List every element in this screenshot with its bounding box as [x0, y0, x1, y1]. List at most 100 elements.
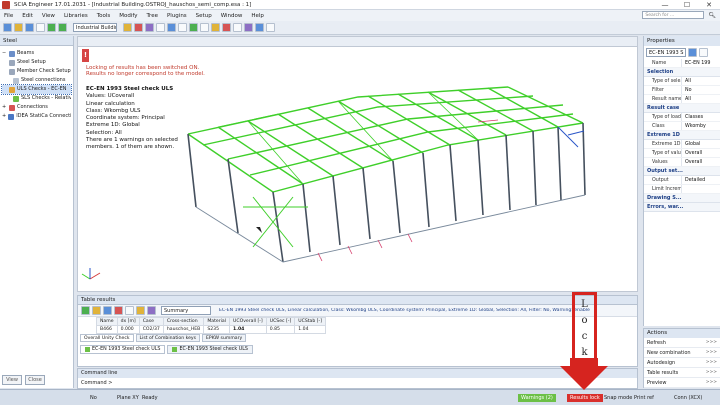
col-dx[interactable]: dx [m] — [116, 317, 140, 326]
3d-viewport[interactable] — [77, 46, 638, 292]
tab-combination-keys[interactable]: List of Combination keys — [135, 334, 201, 342]
rotate-icon[interactable] — [189, 23, 198, 32]
minimize-button[interactable]: — — [654, 0, 676, 10]
filter-icon[interactable] — [699, 48, 708, 57]
select-icon[interactable] — [688, 48, 697, 57]
tab-overall-uc[interactable]: Overall Unity Check — [80, 334, 134, 342]
print-icon[interactable] — [36, 23, 45, 32]
tree-item-member-check[interactable]: Member Check Setup — [2, 67, 71, 76]
structure-model[interactable] — [78, 47, 637, 291]
copy-icon[interactable] — [103, 306, 112, 315]
units-indicator[interactable]: Conn (XCX) — [674, 394, 702, 402]
menu-tools[interactable]: Tools — [97, 13, 111, 19]
redo-icon[interactable] — [58, 23, 67, 32]
group-output[interactable]: Output set... — [644, 167, 720, 176]
layers-icon[interactable] — [233, 23, 242, 32]
menu-tree[interactable]: Tree — [147, 13, 158, 19]
tree-item-steel-connections[interactable]: Steel connections — [2, 76, 71, 85]
menu-libraries[interactable]: Libraries — [64, 13, 88, 19]
table-row[interactable]: B466 0.000 CO2/37 hauschos_HEB S235 1.04… — [96, 325, 326, 334]
render-icon[interactable] — [211, 23, 220, 32]
menu-setup[interactable]: Setup — [196, 13, 212, 19]
search-input[interactable]: Search for ... — [642, 11, 705, 19]
action-preview[interactable]: Preview >>> — [644, 378, 720, 388]
menu-help[interactable]: Help — [251, 13, 264, 19]
group-drawing[interactable]: Drawing S... — [644, 194, 720, 203]
col-cross-section[interactable]: Cross-section — [162, 317, 205, 326]
prop-row[interactable]: Extreme 1D Global — [644, 140, 720, 149]
open-file-icon[interactable] — [14, 23, 23, 32]
close-button[interactable]: ✕ — [698, 0, 720, 10]
prop-row[interactable]: Filter No — [644, 86, 720, 95]
col-material[interactable]: Material — [203, 317, 231, 326]
prop-row[interactable]: Limit Increment — [644, 185, 720, 194]
tree-item-idea-statica[interactable]: + IDEA StatiCa Connection — [2, 112, 71, 121]
new-file-icon[interactable] — [3, 23, 12, 32]
maximize-button[interactable]: ☐ — [676, 0, 698, 10]
calc-icon[interactable] — [123, 23, 132, 32]
menu-window[interactable]: Window — [221, 13, 243, 19]
command-input[interactable]: Command > — [78, 378, 637, 388]
filter-icon[interactable] — [136, 306, 145, 315]
save-icon[interactable] — [25, 23, 34, 32]
menu-modify[interactable]: Modify — [119, 13, 137, 19]
edit-icon[interactable] — [92, 306, 101, 315]
col-name[interactable]: Name — [96, 317, 118, 326]
action-table-results[interactable]: Table results >>> — [644, 368, 720, 378]
tree-item-steel-setup[interactable]: Steel Setup — [2, 58, 71, 67]
search-icon[interactable]: 🔍︎ — [708, 12, 716, 19]
menu-plugins[interactable]: Plugins — [167, 13, 187, 19]
prop-row[interactable]: Result namesAll — [644, 95, 720, 104]
prop-row[interactable]: Output Detailed — [644, 176, 720, 185]
prop-name[interactable]: Name EC-EN 199 — [644, 59, 720, 68]
group-errors[interactable]: Errors, war... — [644, 203, 720, 212]
sort-icon[interactable] — [147, 306, 156, 315]
prop-row[interactable]: Type of sele...All — [644, 77, 720, 86]
menu-view[interactable]: View — [42, 13, 55, 19]
table-icon[interactable] — [255, 23, 264, 32]
prop-row[interactable]: Class Wkomby — [644, 122, 720, 131]
view-button[interactable]: View — [2, 375, 22, 385]
print-ref-toggle[interactable]: Print ref — [634, 394, 654, 402]
tab-epkw-summary[interactable]: EPKW summary — [202, 334, 247, 342]
summary-combo[interactable]: Summary — [161, 306, 211, 315]
pan-icon[interactable] — [200, 23, 209, 32]
col-case[interactable]: Case — [138, 317, 164, 326]
doc-tab-1[interactable]: EC-EN 1993 Steel check ULS — [80, 345, 166, 354]
view-icon[interactable] — [156, 23, 165, 32]
doc-tab-2[interactable]: EC-EN 1993 Steel check ULS — [167, 345, 253, 354]
group-extreme-1d[interactable]: Extreme 1D — [644, 131, 720, 140]
tree-item-connections[interactable]: + Connections — [2, 103, 71, 112]
tree-item-uls-checks[interactable]: ULS Checks - EC-EN — [1, 84, 72, 95]
check-icon[interactable] — [145, 23, 154, 32]
zoom-icon[interactable] — [178, 23, 187, 32]
col-uc-stab[interactable]: UCStab [-] — [294, 317, 326, 326]
close-panel-button[interactable]: Close — [25, 375, 45, 385]
group-selection[interactable]: Selection — [644, 68, 720, 77]
col-uc-sec[interactable]: UCSec [-] — [265, 317, 296, 326]
menu-edit[interactable]: Edit — [22, 13, 33, 19]
undo-icon[interactable] — [47, 23, 56, 32]
tree-item-sls-checks[interactable]: SLS Checks - Relative deformation — [2, 94, 71, 103]
results-icon[interactable] — [134, 23, 143, 32]
section-icon[interactable] — [222, 23, 231, 32]
action-autodesign[interactable]: Autodesign >>> — [644, 358, 720, 368]
snap-mode-toggle[interactable]: Snap mode — [604, 394, 632, 402]
status-plane[interactable]: Plane XY — [117, 394, 139, 402]
menu-file[interactable]: File — [4, 13, 13, 19]
object-combo[interactable]: EC-EN 1993 S — [646, 48, 686, 57]
tree-item-beams[interactable]: − Beams — [2, 49, 71, 58]
zoom-all-icon[interactable] — [167, 23, 176, 32]
prop-row[interactable]: Type of load Classes — [644, 113, 720, 122]
prop-row[interactable]: Values Overall — [644, 158, 720, 167]
filter-icon[interactable] — [244, 23, 253, 32]
settings-icon[interactable] — [266, 23, 275, 32]
col-uc-overall[interactable]: UCOverall [-] — [229, 317, 267, 326]
group-result-case[interactable]: Result case — [644, 104, 720, 113]
action-new-combination[interactable]: New combination >>> — [644, 348, 720, 358]
add-icon[interactable] — [81, 306, 90, 315]
export-icon[interactable] — [125, 306, 134, 315]
action-refresh[interactable]: Refresh >>> — [644, 338, 720, 348]
prop-row[interactable]: Type of valuesOverall — [644, 149, 720, 158]
results-lock-toggle[interactable]: Results lock — [567, 394, 603, 402]
